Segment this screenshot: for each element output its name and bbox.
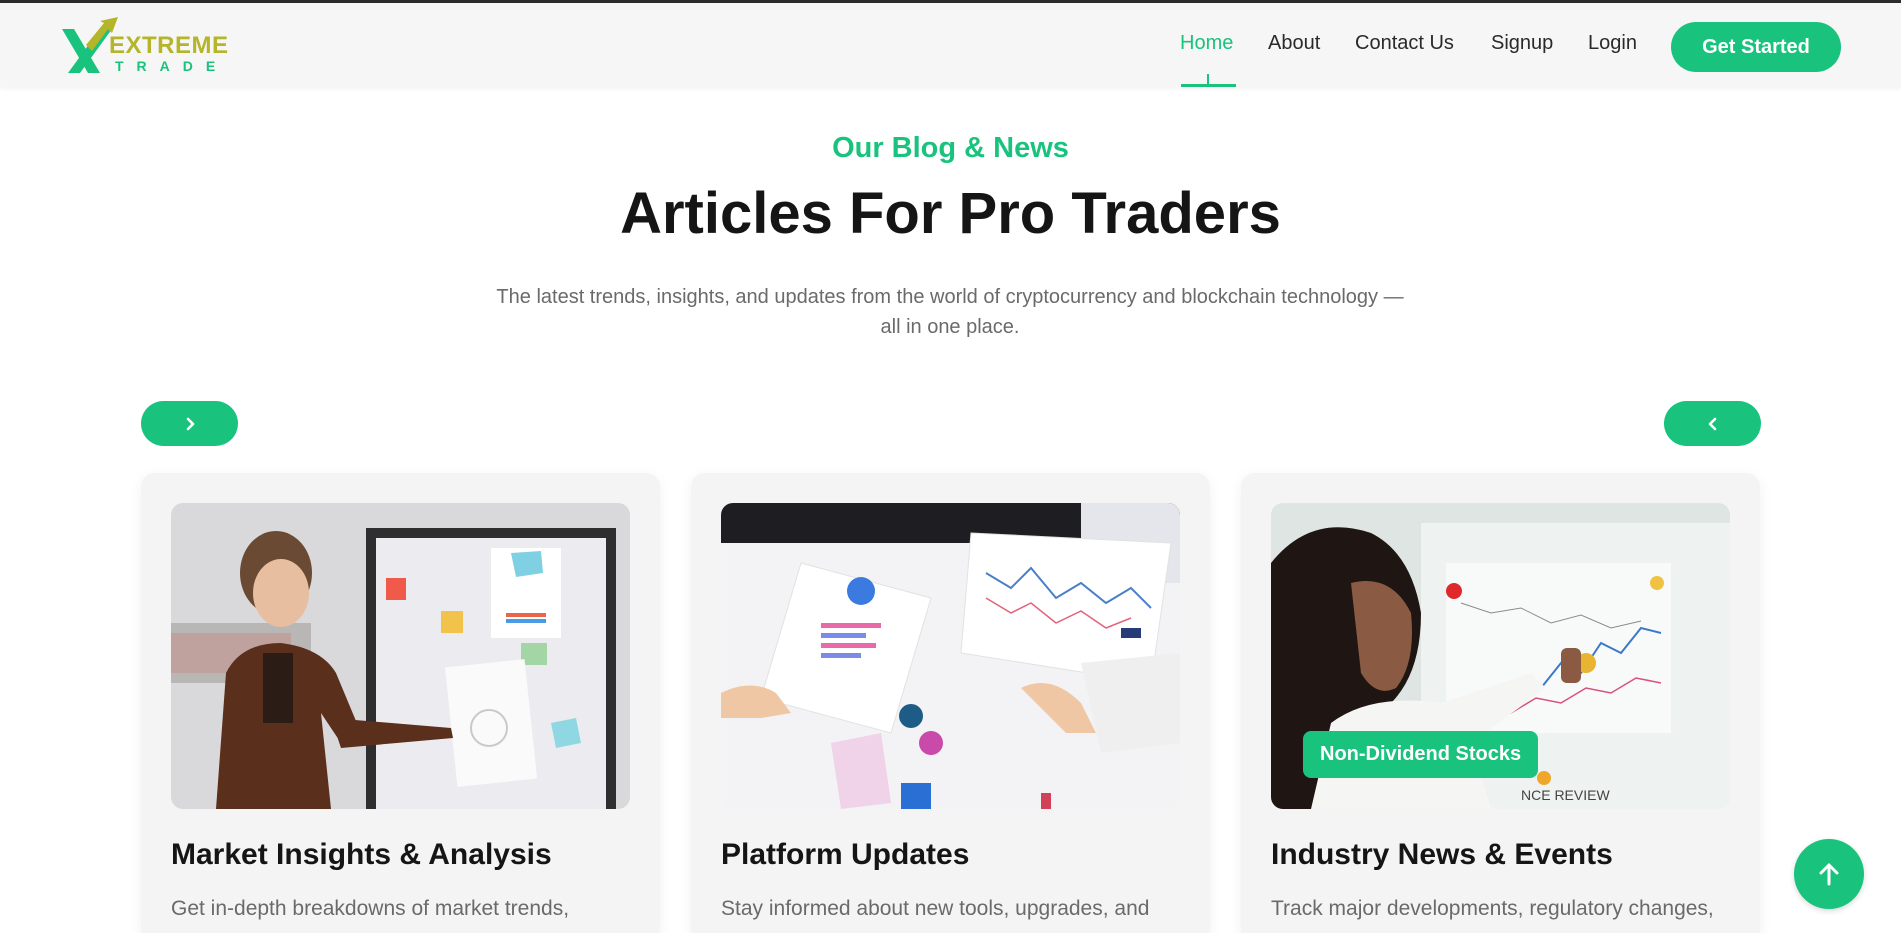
image-caption-text: NCE REVIEW	[1521, 787, 1610, 803]
site-header: EXTREME TRADE Home About Contact Us Sign…	[0, 3, 1901, 87]
card-description: Get in-depth breakdowns of market trends…	[171, 897, 570, 920]
carousel-prev-button[interactable]	[141, 401, 238, 446]
logo-text-secondary: TRADE	[115, 58, 229, 74]
nav-item-signup[interactable]: Signup	[1491, 32, 1553, 55]
card-title[interactable]: Industry News & Events	[1271, 838, 1741, 872]
nav-item-contact[interactable]: Contact Us	[1355, 32, 1454, 55]
scroll-to-top-button[interactable]	[1794, 839, 1864, 909]
section-subtitle: The latest trends, insights, and updates…	[450, 282, 1450, 342]
active-nav-underline	[1181, 84, 1236, 87]
chevron-right-icon	[186, 417, 194, 430]
card-title[interactable]: Market Insights & Analysis	[171, 838, 641, 872]
card-title[interactable]: Platform Updates	[721, 838, 1191, 872]
section-title: Articles For Pro Traders	[620, 181, 1281, 246]
section-eyebrow: Our Blog & News	[832, 132, 1069, 164]
woman-analyzing-chart-image[interactable]: NCE REVIEW Non-Dividend Stocks	[1271, 503, 1730, 809]
card-description: Track major developments, regulatory cha…	[1271, 897, 1714, 920]
card-description: Stay informed about new tools, upgrades,…	[721, 897, 1150, 920]
hands-holding-charts-image[interactable]	[721, 503, 1180, 809]
category-badge[interactable]: Non-Dividend Stocks	[1303, 731, 1539, 778]
nav-item-about[interactable]: About	[1268, 32, 1320, 55]
brand-logo[interactable]: EXTREME TRADE	[60, 17, 230, 75]
nav-item-login[interactable]: Login	[1588, 32, 1637, 55]
article-card[interactable]: NCE REVIEW Non-Dividend Stocks Industry …	[1241, 473, 1760, 933]
article-card[interactable]: Platform Updates Stay informed about new…	[691, 473, 1210, 933]
nav-item-home[interactable]: Home	[1180, 32, 1233, 55]
arrow-up-icon	[1819, 863, 1839, 886]
subtitle-line-1: The latest trends, insights, and updates…	[496, 286, 1404, 308]
logo-text-primary: EXTREME	[109, 32, 229, 59]
carousel-next-button[interactable]	[1664, 401, 1761, 446]
get-started-button[interactable]: Get Started	[1671, 22, 1841, 72]
man-presenting-whiteboard-image[interactable]	[171, 503, 630, 809]
article-card[interactable]: Market Insights & Analysis Get in-depth …	[141, 473, 660, 933]
chevron-left-icon	[1708, 417, 1716, 430]
subtitle-line-2: all in one place.	[880, 316, 1020, 338]
